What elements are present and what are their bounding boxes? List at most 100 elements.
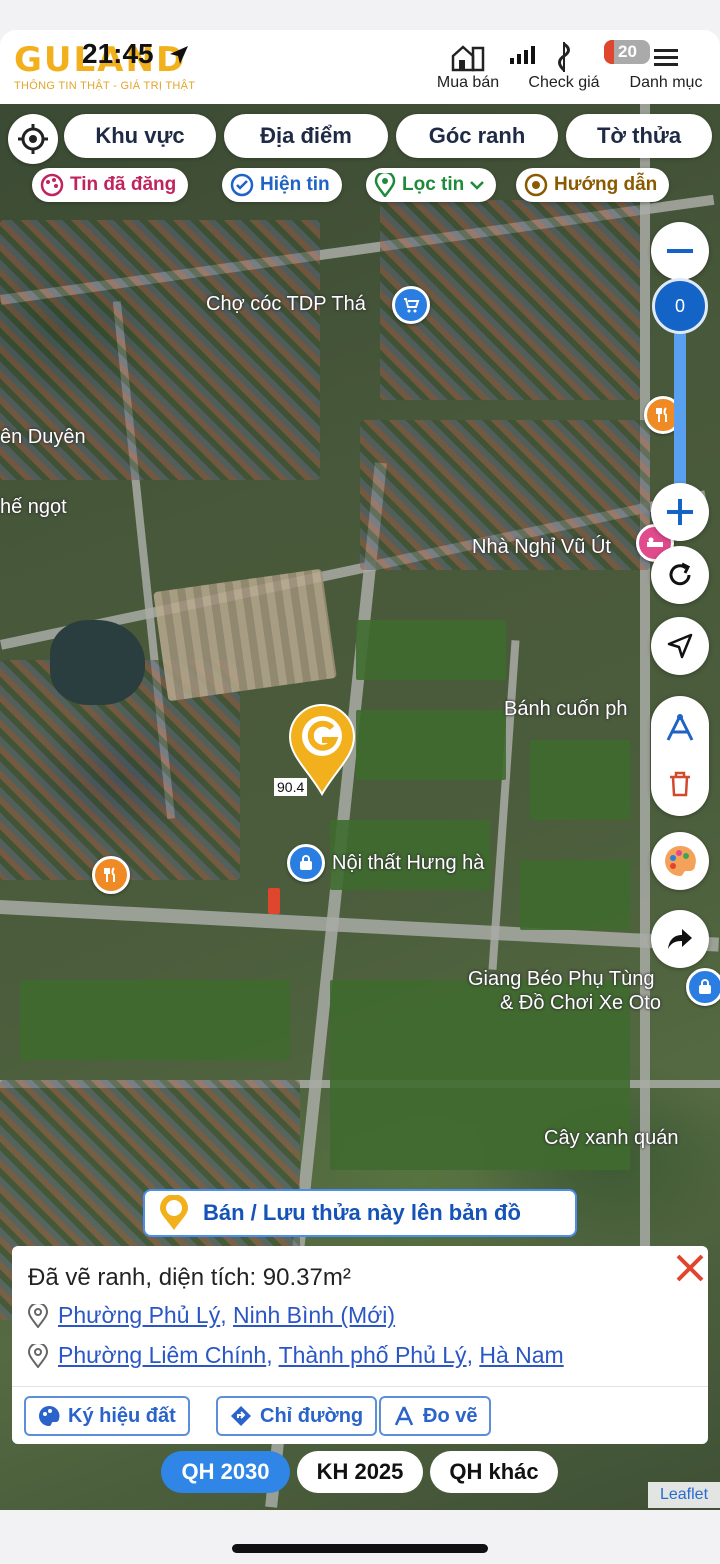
nav-label: Check giá xyxy=(528,74,600,91)
chip-dia-diem[interactable]: Địa điểm xyxy=(224,114,388,158)
map-label-market: Chợ cóc TDP Thá xyxy=(206,293,366,315)
nav-label: Danh mục xyxy=(629,74,703,91)
pond xyxy=(50,620,145,705)
land-symbol-button[interactable]: Ký hiệu đất xyxy=(24,1396,190,1436)
shopping-poi-icon[interactable] xyxy=(392,286,430,324)
action-label: Đo vẽ xyxy=(423,1404,478,1427)
zoom-slider-track[interactable] xyxy=(674,330,686,490)
map-label-ngot: hế ngọt xyxy=(0,496,67,518)
field-plot xyxy=(356,620,506,680)
location-pin-icon xyxy=(28,1343,48,1368)
pill-label: Tin đã đăng xyxy=(70,174,177,195)
draw-polygon-button[interactable] xyxy=(651,704,709,752)
minus-icon xyxy=(667,249,693,253)
plan-tab-qh-2030[interactable]: QH 2030 xyxy=(161,1451,290,1493)
map-label-cay-xanh: Cây xanh quán xyxy=(544,1127,679,1149)
app-screen: Chợ cóc TDP Thá ên Duyên hế ngọt Nhà Ngh… xyxy=(0,0,720,1564)
delete-drawing-button[interactable] xyxy=(651,760,709,808)
plan-tab-qh-khac[interactable]: QH khác xyxy=(430,1451,558,1493)
check-circle-icon xyxy=(230,173,254,197)
area-text: Đã vẽ ranh, diện tích: 90.37m² xyxy=(28,1264,351,1291)
field-plot xyxy=(530,740,630,820)
nav-label: Mua bán xyxy=(436,74,500,91)
building-icon xyxy=(432,40,504,74)
leaflet-attribution[interactable]: Leaflet xyxy=(648,1482,720,1508)
drawn-plot[interactable] xyxy=(268,888,280,914)
pill-label: Lọc tin xyxy=(402,174,465,195)
field-plot xyxy=(520,860,630,930)
plus-icon xyxy=(667,499,693,525)
location-pin-icon xyxy=(28,1303,48,1328)
map-label-giang-beo-1: Giang Béo Phụ Tùng xyxy=(468,968,655,990)
restaurant-poi-icon[interactable] xyxy=(92,856,130,894)
zoom-slider-knob[interactable]: 0 xyxy=(652,278,708,334)
measure-draw-button[interactable]: Đo vẽ xyxy=(379,1396,492,1436)
address-new: Phường Phủ Lý, Ninh Bình (Mới) xyxy=(28,1302,395,1329)
palette-icon xyxy=(39,1405,60,1426)
address-old-ward-link[interactable]: Phường Liêm Chính xyxy=(58,1342,266,1368)
navigation-arrow-icon xyxy=(667,633,693,659)
refresh-icon xyxy=(669,562,691,586)
pill-tin-da-dang[interactable]: Tin đã đăng xyxy=(32,168,189,202)
address-old-province-link[interactable]: Hà Nam xyxy=(479,1342,563,1368)
layer-color-button[interactable] xyxy=(651,832,709,890)
pill-hien-tin[interactable]: Hiện tin xyxy=(222,168,342,202)
directions-icon xyxy=(231,1406,251,1426)
palette-icon xyxy=(40,173,64,197)
close-icon[interactable] xyxy=(672,1250,708,1286)
address-ward-link[interactable]: Phường Phủ Lý xyxy=(58,1302,220,1328)
road xyxy=(640,100,650,1300)
polygon-draw-icon xyxy=(666,714,694,741)
map-label-duyen: ên Duyên xyxy=(0,426,86,448)
chip-goc-ranh[interactable]: Góc ranh xyxy=(396,114,558,158)
brand-tagline: THÔNG TIN THẬT - GIÁ TRỊ THẬT xyxy=(14,80,196,92)
chip-to-thua[interactable]: Tờ thửa xyxy=(566,114,712,158)
shop-poi-icon[interactable] xyxy=(287,844,325,882)
divider xyxy=(12,1386,708,1387)
zoom-out-button[interactable] xyxy=(651,222,709,280)
address-province-link[interactable]: Ninh Bình (Mới) xyxy=(233,1302,395,1328)
road xyxy=(488,640,520,970)
directions-button[interactable]: Chỉ đường xyxy=(216,1396,378,1436)
action-label: Chỉ đường xyxy=(260,1404,364,1427)
navigate-button[interactable] xyxy=(651,617,709,675)
zoom-in-button[interactable] xyxy=(651,483,709,541)
nav-mua-ban[interactable]: Mua bán xyxy=(432,40,504,92)
pill-label: Hướng dẫn xyxy=(554,174,658,195)
pill-label: Hiện tin xyxy=(260,174,330,195)
save-banner-label: Bán / Lưu thửa này lên bản đồ xyxy=(203,1200,521,1225)
locate-me-button[interactable] xyxy=(8,114,58,164)
chip-khu-vuc[interactable]: Khu vực xyxy=(64,114,216,158)
chevron-down-icon xyxy=(470,181,485,190)
plot-value-label: 90.4 xyxy=(274,778,308,796)
refresh-button[interactable] xyxy=(651,546,709,604)
nav-danh-muc[interactable]: Danh mục xyxy=(624,40,708,92)
pill-loc-tin[interactable]: Lọc tin xyxy=(366,168,497,202)
palette-icon xyxy=(665,845,696,876)
guide-icon xyxy=(524,173,548,197)
plot-info-panel: Đã vẽ ranh, diện tích: 90.37m² Phường Ph… xyxy=(12,1246,708,1444)
field-plot xyxy=(356,710,506,780)
price-tag-icon xyxy=(522,40,606,74)
polygon-draw-icon xyxy=(394,1406,414,1426)
shop-poi-icon[interactable] xyxy=(686,968,720,1006)
address-old-city-link[interactable]: Thành phố Phủ Lý xyxy=(279,1342,467,1368)
trash-icon xyxy=(670,771,690,797)
map-label-nha-nghi: Nhà Nghỉ Vũ Út xyxy=(472,536,611,558)
address-old: Phường Liêm Chính, Thành phố Phủ Lý, Hà … xyxy=(28,1342,564,1369)
save-plot-banner-button[interactable]: Bán / Lưu thửa này lên bản đồ xyxy=(143,1189,577,1237)
map-label-banh-cuon: Bánh cuốn ph xyxy=(504,698,628,720)
action-label: Ký hiệu đất xyxy=(68,1404,176,1427)
guland-pin-icon xyxy=(160,1195,188,1230)
plan-tab-kh-2025[interactable]: KH 2025 xyxy=(297,1451,423,1493)
share-button[interactable] xyxy=(651,910,709,968)
share-arrow-icon xyxy=(668,929,692,949)
location-arrow-icon xyxy=(170,46,188,64)
crosshair-icon xyxy=(18,124,48,154)
field-plot xyxy=(20,980,290,1060)
home-indicator[interactable] xyxy=(232,1544,488,1553)
location-pin-icon xyxy=(374,173,396,197)
map-label-giang-beo-2: & Đồ Chơi Xe Oto xyxy=(500,992,661,1014)
pill-huong-dan[interactable]: Hướng dẫn xyxy=(516,168,670,202)
nav-check-gia[interactable]: Check giá xyxy=(522,40,606,92)
